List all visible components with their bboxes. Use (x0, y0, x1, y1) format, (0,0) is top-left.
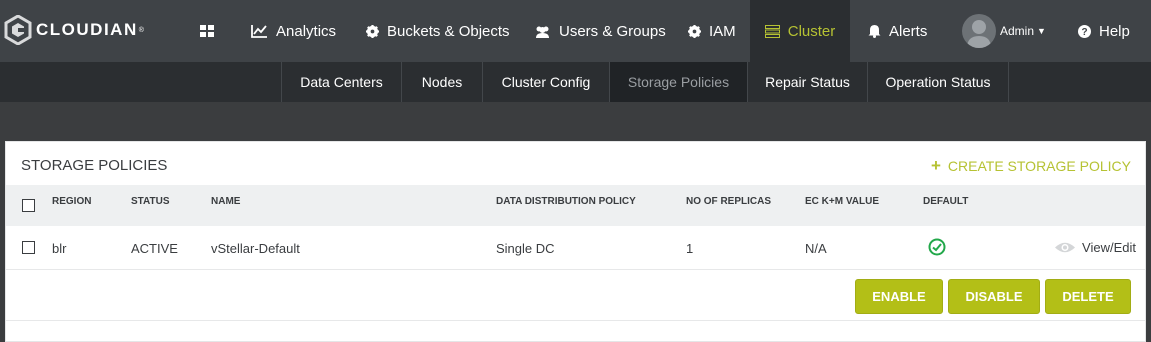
dashboard-grid-icon (200, 25, 214, 37)
help-icon: ? (1078, 24, 1091, 38)
nav-analytics-label: Analytics (276, 22, 337, 40)
cell-replicas: 1 (686, 241, 694, 256)
cell-distribution-policy: Single DC (496, 241, 555, 256)
view-edit-link[interactable]: View/Edit (1054, 240, 1136, 255)
default-check-icon (928, 238, 946, 256)
tab-repair-status[interactable]: Repair Status (747, 62, 867, 102)
cloudian-logo[interactable]: CLOUDIAN ® (4, 13, 154, 47)
nav-analytics[interactable]: Analytics (251, 0, 336, 62)
tab-data-centers[interactable]: Data Centers (281, 62, 401, 102)
cloudian-logo-icon (4, 15, 32, 45)
page-title: STORAGE POLICIES (21, 157, 168, 174)
column-header-status: STATUS (131, 196, 170, 207)
column-header-ec-value: EC K+M VALUE (805, 196, 879, 207)
enable-button[interactable]: ENABLE (855, 279, 943, 314)
tab-cluster-config[interactable]: Cluster Config (482, 62, 609, 102)
column-header-replicas: NO OF REPLICAS (686, 196, 772, 207)
top-navbar: CLOUDIAN ® Analytics Buckets & Objects Us… (0, 0, 1151, 62)
create-storage-policy-label: CREATE STORAGE POLICY (947, 158, 1131, 174)
gear-icon (688, 24, 701, 38)
user-menu-label: Admin (1000, 24, 1035, 38)
svg-text:?: ? (1081, 27, 1087, 38)
user-menu[interactable]: Admin ▼ (962, 0, 1046, 62)
nav-users-groups[interactable]: Users & Groups (534, 0, 666, 62)
create-storage-policy-button[interactable]: + CREATE STORAGE POLICY (931, 156, 1131, 176)
eye-icon (1054, 241, 1076, 254)
table-row: blr ACTIVE vStellar-Default Single DC 1 … (6, 226, 1145, 270)
nav-alerts[interactable]: Alerts (868, 0, 927, 62)
row-checkbox[interactable] (22, 241, 35, 254)
nav-help[interactable]: ? Help (1078, 0, 1130, 62)
delete-button[interactable]: DELETE (1045, 279, 1131, 314)
tab-storage-policies[interactable]: Storage Policies (609, 62, 747, 102)
column-header-name: NAME (211, 196, 241, 207)
cluster-subnav: Data Centers Nodes Cluster Config Storag… (0, 62, 1151, 102)
cell-name: vStellar-Default (211, 241, 300, 256)
view-edit-label: View/Edit (1082, 240, 1136, 255)
bell-icon (868, 24, 881, 38)
tab-operation-status[interactable]: Operation Status (867, 62, 1009, 102)
nav-iam[interactable]: IAM (688, 0, 736, 62)
brand-name: CLOUDIAN (36, 20, 138, 39)
cell-status: ACTIVE (131, 241, 178, 256)
nav-help-label: Help (1099, 22, 1130, 40)
divider (6, 320, 1145, 321)
select-all-checkbox[interactable] (22, 199, 35, 212)
line-chart-icon (251, 24, 268, 38)
cell-region: blr (52, 241, 67, 256)
nav-cluster-label: Cluster (787, 22, 836, 40)
nav-iam-label: IAM (709, 22, 736, 40)
brand-trademark: ® (138, 26, 144, 34)
column-header-distribution-policy: DATA DISTRIBUTION POLICY (496, 196, 636, 207)
nav-alerts-label: Alerts (889, 22, 928, 40)
caret-down-icon: ▼ (1037, 26, 1046, 36)
nav-buckets-label: Buckets & Objects (387, 22, 510, 40)
nav-cluster[interactable]: Cluster (750, 0, 850, 62)
cell-ec-value: N/A (805, 241, 827, 256)
nav-dashboard[interactable] (200, 0, 220, 62)
column-header-default: DEFAULT (923, 196, 969, 207)
nav-buckets-objects[interactable]: Buckets & Objects (366, 0, 510, 62)
gear-icon (366, 24, 379, 38)
nav-users-label: Users & Groups (559, 22, 666, 40)
server-stack-icon (764, 24, 780, 38)
tab-nodes[interactable]: Nodes (401, 62, 482, 102)
disable-button[interactable]: DISABLE (948, 279, 1040, 314)
avatar-icon (962, 14, 996, 48)
plus-icon: + (930, 156, 941, 175)
table-header: REGION STATUS NAME DATA DISTRIBUTION POL… (6, 185, 1145, 226)
users-icon (534, 25, 551, 38)
column-header-region: REGION (52, 196, 92, 207)
storage-policies-panel: STORAGE POLICIES + CREATE STORAGE POLICY… (5, 141, 1146, 342)
